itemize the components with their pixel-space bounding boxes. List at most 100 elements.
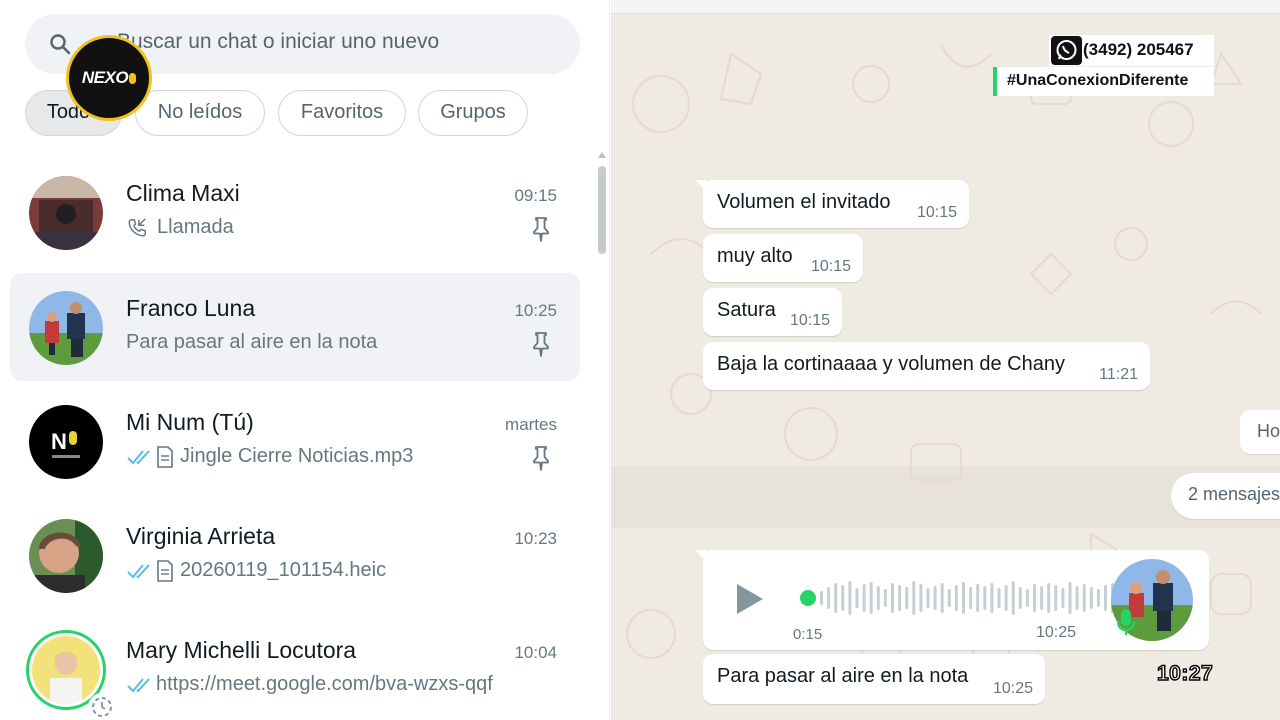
message-bubble[interactable]: Para pasar al aire en la nota 10:25 bbox=[703, 654, 1045, 704]
message-text: Satura bbox=[717, 299, 776, 321]
date-divider-text: Ho bbox=[1257, 421, 1280, 441]
message-text: Volumen el invitado bbox=[717, 191, 891, 213]
bubble-tail bbox=[695, 180, 707, 192]
waveform-bar bbox=[891, 583, 894, 613]
waveform-bar bbox=[954, 585, 958, 611]
message-bubble[interactable]: Volumen el invitado 10:15 bbox=[695, 180, 969, 228]
waveform-bar bbox=[969, 587, 973, 609]
chat-name: Franco Luna bbox=[126, 295, 256, 321]
waveform-bar bbox=[841, 585, 845, 611]
chat-name: Virginia Arrieta bbox=[126, 523, 276, 549]
chat-row-mi-num[interactable]: N Mi Num (Tú) martes Jingle Cierre Notic… bbox=[10, 387, 580, 495]
avatar bbox=[29, 519, 103, 593]
waveform-bar bbox=[834, 583, 838, 613]
search-icon bbox=[50, 34, 71, 55]
waveform-bar bbox=[820, 591, 823, 605]
message-text: Baja la cortinaaaa y volumen de Chany bbox=[717, 353, 1065, 375]
chat-preview-text: Llamada bbox=[157, 216, 234, 238]
document-icon bbox=[157, 559, 173, 582]
chat-preview: Jingle Cierre Noticias.mp3 bbox=[126, 445, 413, 468]
voice-message[interactable]: 0:15 10:25 bbox=[695, 550, 1209, 650]
avatar bbox=[29, 291, 103, 365]
waveform-bar bbox=[1096, 589, 1100, 607]
waveform-bar bbox=[1104, 585, 1107, 611]
waveform-bar bbox=[1033, 584, 1036, 612]
message-time: 10:15 bbox=[810, 258, 851, 275]
waveform-bar bbox=[947, 589, 951, 607]
document-icon bbox=[157, 445, 173, 468]
unread-divider-text: 2 mensajes bbox=[1188, 484, 1280, 504]
hashtag-text: #UnaConexionDiferente bbox=[1007, 72, 1189, 89]
broadcast-clock: 10:27 bbox=[1156, 661, 1214, 685]
phone-overlay: (3492) 205467 bbox=[1049, 35, 1214, 66]
avatar: N bbox=[29, 405, 103, 479]
scroll-thumb[interactable] bbox=[598, 166, 606, 254]
chat-time: 10:25 bbox=[514, 301, 557, 320]
message-time: 10:25 bbox=[992, 680, 1033, 697]
conversation-panel: Volumen el invitado 10:15 muy alto 10:15… bbox=[611, 0, 1280, 720]
waveform-bar bbox=[1011, 581, 1015, 615]
scroll-up-icon[interactable] bbox=[598, 152, 606, 158]
waveform-bar bbox=[855, 588, 859, 608]
double-check-icon bbox=[127, 677, 150, 692]
waveform-bar bbox=[919, 584, 923, 612]
chat-preview-text: Jingle Cierre Noticias.mp3 bbox=[180, 445, 414, 467]
waveform-bar bbox=[827, 587, 831, 609]
search-placeholder: Buscar un chat o iniciar uno nuevo bbox=[117, 30, 440, 53]
chat-preview: Para pasar al aire en la nota bbox=[126, 331, 377, 354]
waveform-bar bbox=[1089, 587, 1093, 609]
waveform-bar bbox=[976, 584, 980, 612]
avatar bbox=[29, 176, 103, 250]
waveform-bar bbox=[1040, 586, 1044, 610]
filter-favoritos[interactable]: Favoritos bbox=[278, 90, 406, 136]
chat-preview: 20260119_101154.heic bbox=[126, 559, 386, 582]
chat-list-panel: Buscar un chat o iniciar uno nuevo NEXO … bbox=[0, 0, 610, 720]
whatsapp-web-window: Buscar un chat o iniciar uno nuevo NEXO … bbox=[0, 0, 1280, 720]
status-badge bbox=[88, 693, 116, 720]
date-divider: Ho bbox=[1240, 410, 1280, 454]
waveform-bar bbox=[862, 584, 866, 612]
chat-row-clima-maxi[interactable]: Clima Maxi 09:15 Llamada bbox=[10, 158, 580, 266]
mic-icon bbox=[1116, 609, 1136, 635]
message-time: 10:15 bbox=[916, 204, 957, 221]
chat-preview: Llamada bbox=[126, 216, 234, 239]
message-time: 11:21 bbox=[1099, 366, 1138, 383]
waveform-bar bbox=[933, 586, 937, 610]
message-text: Para pasar al aire en la nota bbox=[717, 665, 969, 687]
chat-preview: https://meet.google.com/bva-wzxs-qqf bbox=[126, 673, 493, 696]
waveform-bar bbox=[990, 583, 994, 613]
waveform-bar bbox=[1054, 585, 1058, 611]
play-icon[interactable] bbox=[737, 584, 763, 614]
chat-row-mary-michelli[interactable]: Mary Michelli Locutora 10:04 https://mee… bbox=[10, 615, 580, 720]
waveform-bar bbox=[926, 588, 930, 608]
message-bubble[interactable]: muy alto 10:15 bbox=[703, 234, 863, 282]
waveform-bar bbox=[983, 586, 987, 610]
waveform-bar bbox=[1018, 587, 1022, 609]
filter-grupos[interactable]: Grupos bbox=[418, 90, 528, 136]
message-bubble[interactable]: Baja la cortinaaaa y volumen de Chany 11… bbox=[703, 342, 1150, 390]
waveform-bar bbox=[883, 589, 887, 607]
waveform-bar bbox=[1004, 585, 1008, 611]
waveform-bar bbox=[997, 588, 1001, 608]
chat-preview-text: Para pasar al aire en la nota bbox=[126, 331, 378, 353]
double-check-icon bbox=[127, 563, 150, 578]
waveform-bar bbox=[940, 583, 944, 613]
chat-name: Clima Maxi bbox=[126, 180, 240, 206]
filter-no-leidos[interactable]: No leídos bbox=[135, 90, 265, 136]
chat-list-scrollbar[interactable] bbox=[597, 152, 607, 712]
message-bubble[interactable]: Satura 10:15 bbox=[703, 288, 842, 336]
audio-progress-dot[interactable] bbox=[800, 590, 816, 606]
waveform-bar bbox=[1068, 582, 1072, 614]
waveform-bar bbox=[1082, 584, 1086, 612]
waveform-bar bbox=[905, 587, 909, 609]
bubble-tail bbox=[695, 550, 707, 562]
phone-number: (3492) 205467 bbox=[1083, 40, 1194, 59]
chat-time: 10:23 bbox=[514, 529, 557, 548]
chat-row-virginia-arrieta[interactable]: Virginia Arrieta 10:23 20260119_101154.h… bbox=[10, 501, 580, 609]
waveform-bar bbox=[1025, 589, 1029, 607]
chat-time: 09:15 bbox=[514, 186, 557, 205]
waveform-bar bbox=[962, 582, 965, 614]
chat-row-franco-luna[interactable]: Franco Luna 10:25 Para pasar al aire en … bbox=[10, 273, 580, 381]
call-icon bbox=[128, 217, 146, 237]
conversation-header bbox=[611, 0, 1280, 14]
